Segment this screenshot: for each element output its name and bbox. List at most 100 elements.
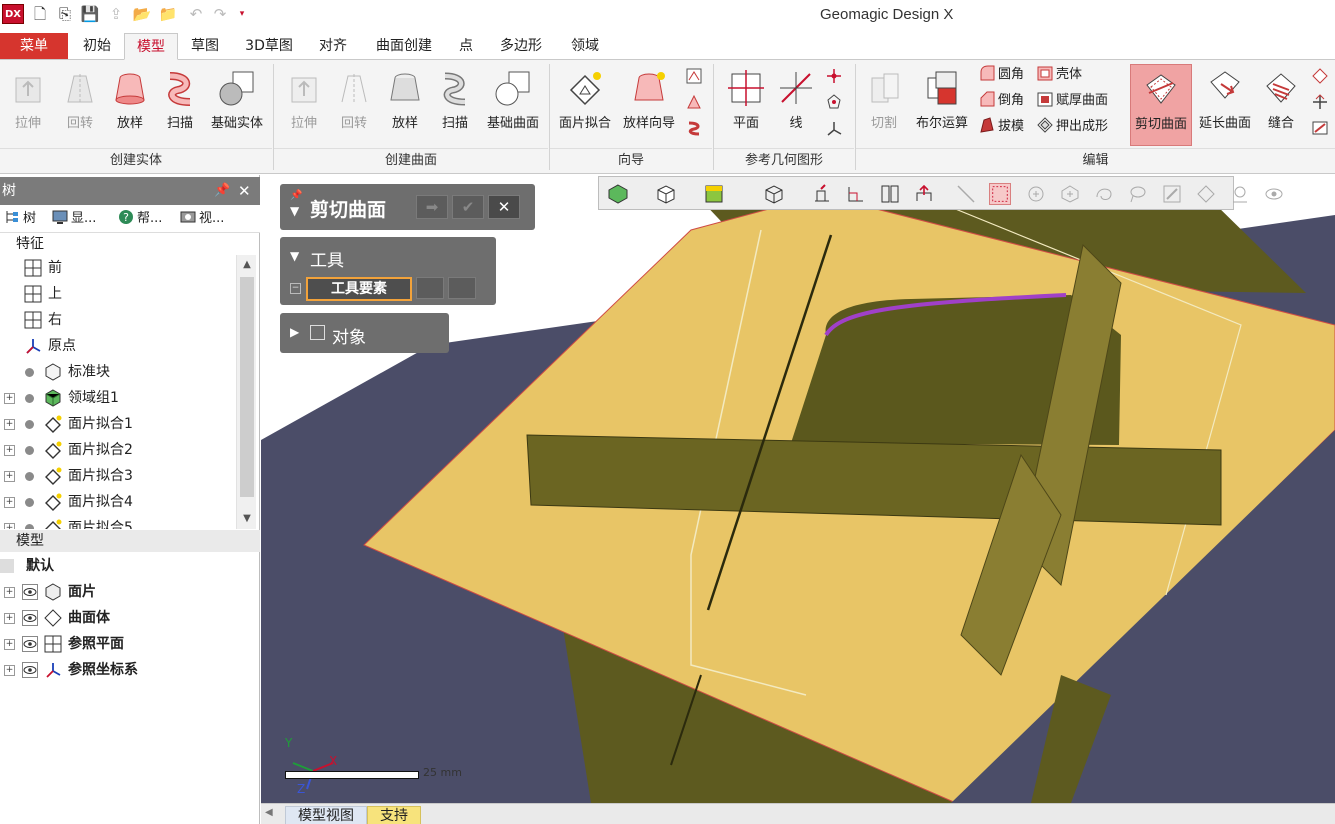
tab-sketch[interactable]: 草图 [182, 33, 228, 60]
ref-coordinate-icon[interactable] [824, 118, 844, 138]
surface-extrude-button[interactable]: 拉伸 [280, 64, 328, 146]
select-circle-icon[interactable] [1025, 183, 1047, 205]
line-button[interactable]: 线 [774, 64, 818, 146]
menu-button[interactable]: 菜单 [0, 33, 68, 59]
tab-align[interactable]: 对齐 [310, 33, 356, 60]
surface-sweep-button[interactable]: 扫描 [432, 64, 478, 146]
expand-icon[interactable]: + [4, 419, 15, 430]
app-logo[interactable]: DX [2, 4, 24, 24]
visibility-eye-icon[interactable] [1263, 183, 1285, 205]
chamfer-button[interactable]: 倒角 [978, 90, 1024, 112]
scroll-down-icon[interactable]: ▼ [237, 509, 257, 529]
eye-icon[interactable] [22, 662, 38, 678]
tree-item-region-group[interactable]: + 领域组1 [0, 385, 236, 411]
collapse-icon[interactable]: − [290, 283, 301, 294]
solid-sweep-button[interactable]: 扫描 [158, 64, 202, 146]
view-rotate-icon[interactable] [913, 183, 935, 205]
select-polygon-icon[interactable] [1059, 183, 1081, 205]
save-icon[interactable]: 💾 [80, 4, 100, 24]
trim-surface-button[interactable]: 剪切曲面 [1130, 64, 1192, 146]
expand-icon[interactable]: + [4, 587, 15, 598]
redo-icon[interactable]: ↷ [210, 4, 230, 24]
color-map-icon[interactable] [703, 183, 725, 205]
scroll-up-icon[interactable]: ▲ [237, 255, 257, 275]
solid-display-icon[interactable] [655, 183, 677, 205]
tree-scrollbar[interactable]: ▲ ▼ [236, 255, 256, 529]
solid-loft-button[interactable]: 放样 [106, 64, 154, 146]
expand-icon[interactable]: + [4, 639, 15, 650]
mesh-display-icon[interactable] [607, 183, 629, 205]
pin-icon[interactable]: 📌 [290, 190, 302, 201]
tab-3d-sketch[interactable]: 3D草图 [236, 33, 302, 60]
tree-tab-tree[interactable]: 树 [4, 209, 36, 229]
import-icon[interactable]: ⎘ [55, 4, 75, 24]
model-item-reference-coordinate[interactable]: + 参照坐标系 [0, 657, 258, 683]
expand-icon[interactable]: + [4, 665, 15, 676]
3d-viewport[interactable]: 📌 ▼ 剪切曲面 ➡ ✔ ✕ ▼ 工具 − 工具要素 ▶ 对象 Y X Z 25… [261, 175, 1335, 803]
eye-icon[interactable] [22, 584, 38, 600]
plane-button[interactable]: 平面 [718, 64, 774, 146]
tree-tab-display[interactable]: 显... [52, 209, 96, 229]
ref-vertex-icon[interactable] [824, 92, 844, 112]
tool-element-field[interactable]: 工具要素 [306, 277, 412, 301]
ok-button[interactable]: ✔ [452, 195, 484, 219]
expand-icon[interactable]: + [4, 393, 15, 404]
expand-arrow-icon[interactable]: ▶ [290, 325, 299, 339]
boolean-button[interactable]: 布尔运算 [910, 64, 974, 146]
fillet-button[interactable]: 圆角 [978, 64, 1024, 86]
tree-tab-view[interactable]: 视... [180, 209, 224, 229]
ref-point-icon[interactable] [824, 66, 844, 86]
surface-loft-button[interactable]: 放样 [382, 64, 428, 146]
tree-item-mesh-fit-4[interactable]: + 面片拟合4 [0, 489, 236, 515]
pin-icon[interactable]: 📌 [214, 177, 230, 205]
scroll-left-icon[interactable]: ◀ [265, 807, 273, 818]
tab-initial[interactable]: 初始 [74, 33, 120, 60]
select-lasso-icon[interactable] [1127, 183, 1149, 205]
base-surface-button[interactable]: 基础曲面 [480, 64, 546, 146]
base-solid-button[interactable]: 基础实体 [204, 64, 270, 146]
select-paint-icon[interactable] [1161, 183, 1183, 205]
select-freehand-icon[interactable] [1093, 183, 1115, 205]
solid-extrude-button[interactable]: 拉伸 [4, 64, 52, 146]
scroll-thumb[interactable] [240, 277, 254, 497]
tree-item-mesh-fit-2[interactable]: + 面片拟合2 [0, 437, 236, 463]
model-item-reference-plane[interactable]: + 参照平面 [0, 631, 258, 657]
tree-item-mesh-fit-1[interactable]: + 面片拟合1 [0, 411, 236, 437]
tree-item-mesh-fit-5[interactable]: + 面片拟合5 [0, 515, 236, 529]
tool-option-button[interactable] [416, 277, 444, 299]
object-checkbox[interactable] [310, 325, 325, 340]
model-item-surface-body[interactable]: + 曲面体 [0, 605, 258, 631]
edit-mini-3-icon[interactable] [1310, 118, 1330, 138]
draft-button[interactable]: 拔模 [978, 116, 1024, 138]
tab-point[interactable]: 点 [452, 33, 480, 60]
tree-item-right-plane[interactable]: 右 [0, 307, 236, 333]
thicken-button[interactable]: 赋厚曲面 [1036, 90, 1108, 112]
select-rectangle-icon[interactable] [989, 183, 1011, 205]
emboss-button[interactable]: 押出成形 [1036, 116, 1108, 138]
open-folder-icon[interactable]: 📂 [132, 4, 152, 24]
extend-surface-button[interactable]: 延长曲面 [1194, 64, 1256, 146]
solid-revolve-button[interactable]: 回转 [56, 64, 104, 146]
tool-undo-button[interactable] [448, 277, 476, 299]
eye-icon[interactable] [22, 636, 38, 652]
view-split-icon[interactable] [879, 183, 901, 205]
collapse-arrow-icon[interactable]: ▼ [290, 204, 299, 218]
tab-region[interactable]: 领域 [562, 33, 608, 60]
cut-button[interactable]: 切割 [860, 64, 908, 146]
tab-support[interactable]: 支持 [367, 806, 421, 824]
select-flood-icon[interactable] [1195, 183, 1217, 205]
select-through-icon[interactable] [1229, 183, 1251, 205]
view-normal-icon[interactable] [845, 183, 867, 205]
loft-wizard-button[interactable]: 放样向导 [618, 64, 680, 146]
mesh-fit-button[interactable]: 面片拟合 [554, 64, 616, 146]
select-line-icon[interactable] [955, 183, 977, 205]
close-icon[interactable]: ✕ [238, 177, 251, 205]
expand-icon[interactable]: + [4, 471, 15, 482]
quick-access-dropdown-icon[interactable]: ▾ [232, 4, 252, 24]
expand-icon[interactable]: + [4, 497, 15, 508]
tree-item-mesh-fit-3[interactable]: + 面片拟合3 [0, 463, 236, 489]
model-item-mesh[interactable]: + 面片 [0, 579, 258, 605]
collapse-arrow-icon[interactable]: ▼ [290, 249, 299, 263]
export-icon[interactable]: ⇪ [106, 4, 126, 24]
surface-revolve-button[interactable]: 回转 [330, 64, 378, 146]
